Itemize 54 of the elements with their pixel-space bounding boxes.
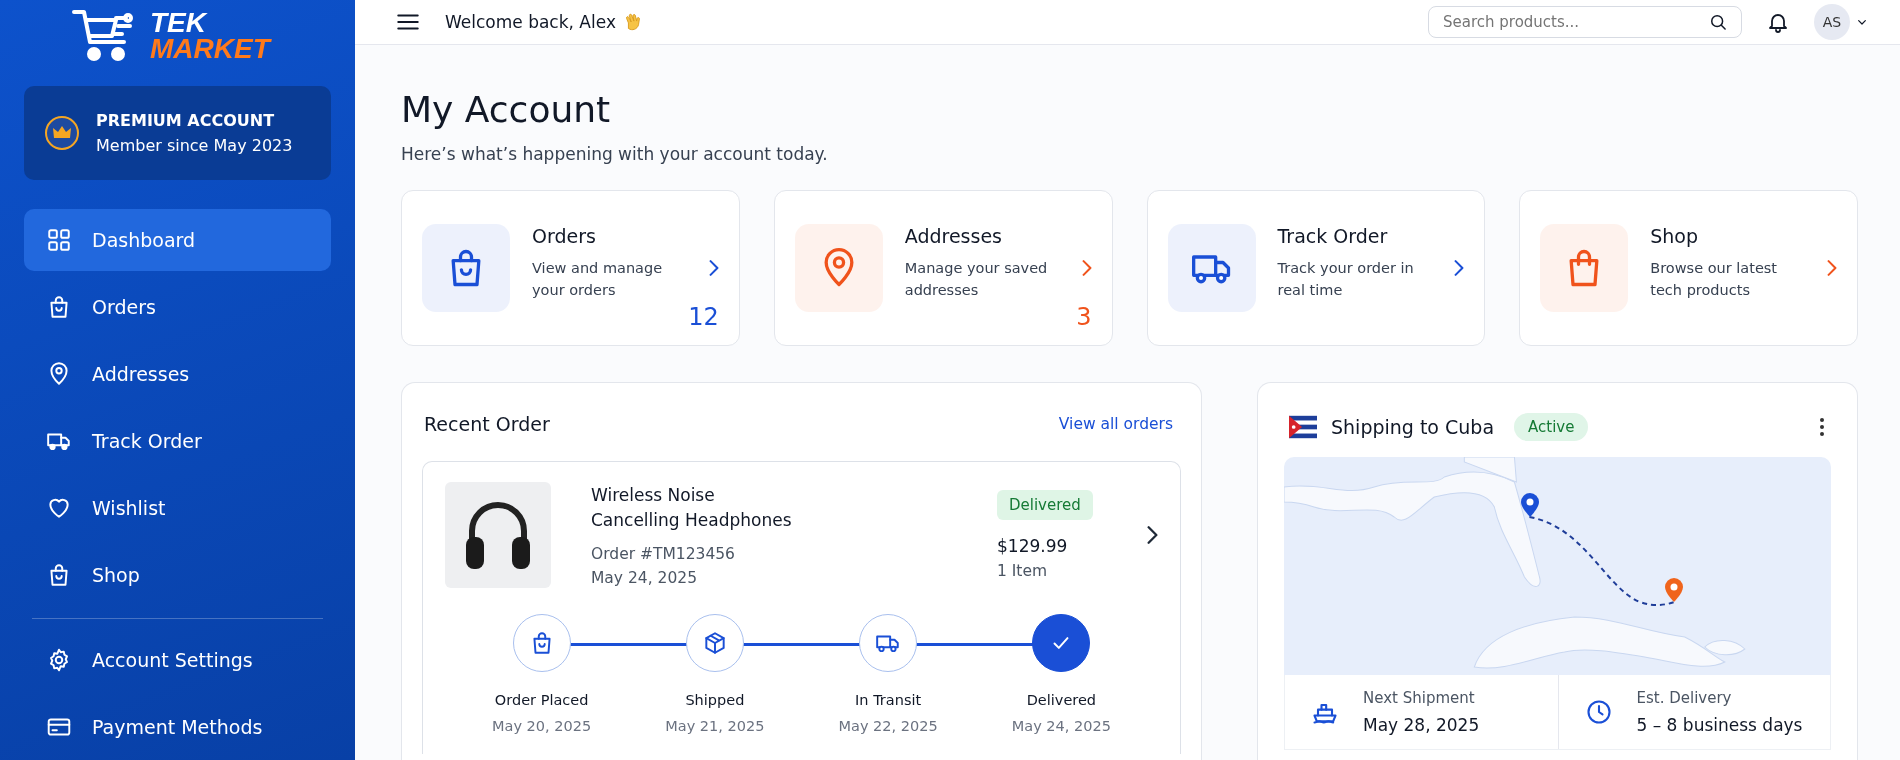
account-tier-label: PREMIUM ACCOUNT bbox=[96, 111, 276, 130]
nav-item[interactable]: Addresses bbox=[24, 343, 331, 405]
user-avatar[interactable]: AS bbox=[1814, 4, 1850, 40]
item-count: 1 Item bbox=[997, 562, 1048, 580]
order-card[interactable]: Wireless Noise Cancelling Headphones Order #TM123456 May 24, 2025 Delivered $129.99 1 Item Order Placed May 20, 2025 Shipped May 21, 2025 In Transit May 22, 2025 Delivered May 24, 2025 bbox=[422, 461, 1181, 754]
step-label: Shipped bbox=[685, 692, 745, 708]
nav-item[interactable]: Shop bbox=[24, 544, 331, 606]
order-date: May 24, 2025 bbox=[591, 569, 698, 587]
info-label: Next Shipment bbox=[1363, 689, 1476, 707]
card-description: Browse our latest tech products bbox=[1650, 259, 1779, 300]
quick-link-card[interactable]: Orders View and manage your orders 12 bbox=[401, 190, 740, 346]
nav-item[interactable]: Dashboard bbox=[24, 209, 331, 271]
count: 12 bbox=[688, 303, 719, 331]
step-label: In Transit bbox=[855, 692, 922, 708]
step-label: Delivered bbox=[1026, 692, 1097, 708]
status-badge: Delivered bbox=[997, 490, 1093, 520]
card-description: Manage your saved addresses bbox=[904, 259, 1049, 300]
page-subtitle: Here’s what’s happening with your account today. bbox=[401, 144, 829, 164]
card-title: Shop bbox=[1650, 225, 1700, 247]
info-label: Est. Delivery bbox=[1636, 689, 1733, 707]
nav-item[interactable]: Orders bbox=[24, 276, 331, 338]
step-date: May 22, 2025 bbox=[838, 718, 938, 734]
panel-title: Recent Order bbox=[424, 413, 550, 435]
quick-link-card[interactable]: Track Order Track your order in real time bbox=[1146, 190, 1486, 346]
order-number: Order #TM123456 bbox=[591, 545, 736, 563]
page-title: My Account bbox=[401, 89, 612, 130]
status-badge: Active bbox=[1514, 413, 1589, 441]
count: 3 bbox=[1076, 303, 1092, 331]
step-label: Order Placed bbox=[494, 692, 589, 708]
card-description: View and manage your orders bbox=[532, 259, 664, 300]
member-since: Member since May 2023 bbox=[96, 136, 293, 155]
card-title: Addresses bbox=[904, 225, 1003, 247]
nav-item[interactable]: Account Settings bbox=[24, 629, 331, 691]
welcome-text: Welcome back, Alex bbox=[445, 12, 616, 32]
nav-item[interactable]: Payment Methods bbox=[24, 696, 331, 758]
logo-text: TEK bbox=[150, 10, 209, 36]
card-title: Track Order bbox=[1277, 225, 1389, 247]
search-field[interactable]: Search products... bbox=[1428, 6, 1742, 38]
logo-text: MARKET bbox=[150, 36, 270, 62]
nav-item[interactable]: Wishlist bbox=[24, 477, 331, 539]
quick-link-card[interactable]: Addresses Manage your saved addresses 3 bbox=[773, 190, 1113, 346]
order-price: $129.99 bbox=[997, 536, 1068, 556]
card-description: Track your order in real time bbox=[1277, 259, 1415, 300]
step-date: May 21, 2025 bbox=[665, 718, 765, 734]
panel-title: Shipping to Cuba bbox=[1331, 416, 1495, 438]
nav-item[interactable]: Track Order bbox=[24, 410, 331, 472]
card-title: Orders bbox=[532, 225, 597, 247]
product-name: Wireless Noise Cancelling Headphones bbox=[591, 484, 793, 532]
quick-link-card[interactable]: Shop Browse our latest tech products bbox=[1519, 190, 1858, 346]
info-value: May 28, 2025 bbox=[1363, 715, 1480, 735]
step-date: May 20, 2025 bbox=[492, 718, 592, 734]
step-date: May 24, 2025 bbox=[1011, 718, 1111, 734]
info-value: 5 – 8 business days bbox=[1636, 715, 1803, 735]
view-all-link[interactable]: View all orders bbox=[1058, 415, 1173, 433]
